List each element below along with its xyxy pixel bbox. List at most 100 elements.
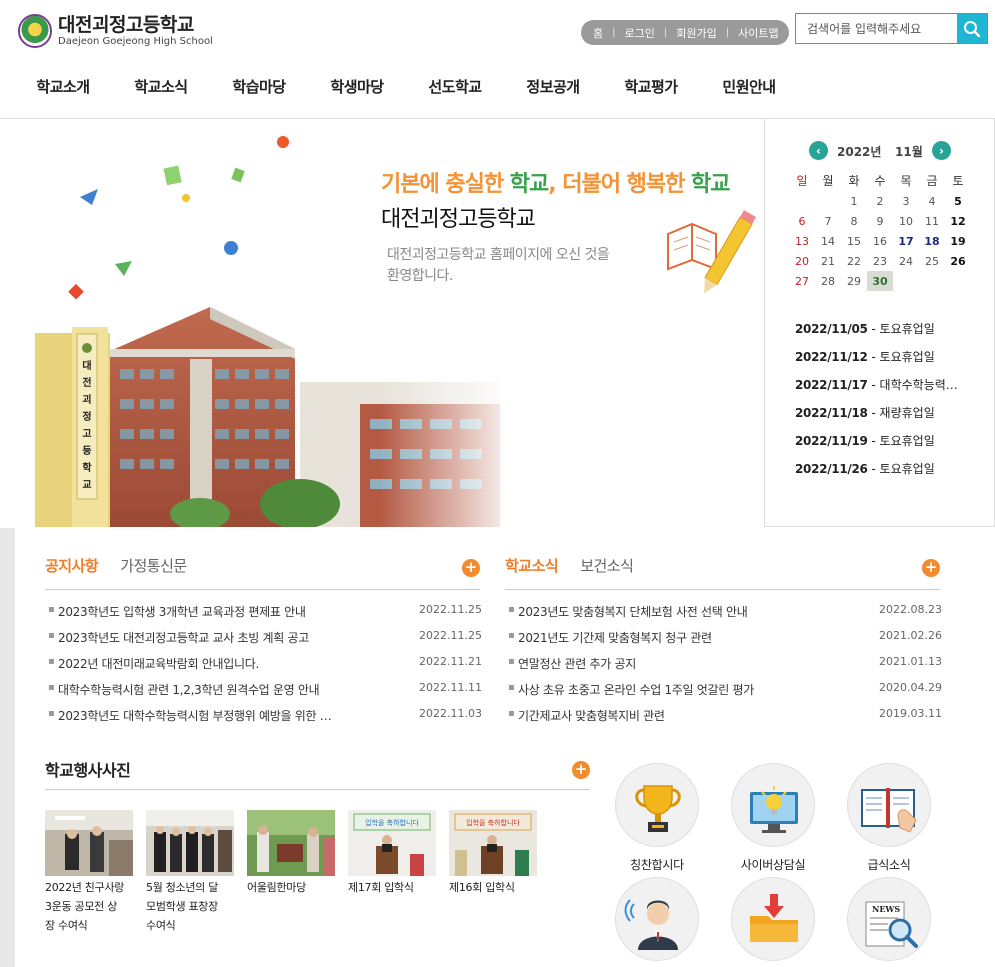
nav-school-news[interactable]: 학교소식 (112, 76, 210, 97)
post-title[interactable]: 2023학년도 대전괴정고등학교 교사 초빙 계획 공고 (58, 629, 388, 646)
post-title[interactable]: 대학수학능력시험 관련 1,2,3학년 원격수업 운영 안내 (58, 681, 388, 698)
calendar-day[interactable]: 25 (919, 251, 945, 271)
photo-card[interactable]: 입학을 축하합니다 제17회 입학식 (348, 810, 436, 935)
nav-disclosure[interactable]: 정보공개 (504, 76, 602, 97)
photo-caption[interactable]: 2022년 친구사랑 3운동 공모전 상장 수여식 (45, 878, 133, 935)
tab-health-news[interactable]: 보건소식 (580, 555, 634, 583)
photo-thumbnail[interactable]: 입학을 축하합니다 (449, 810, 537, 876)
calendar-event[interactable]: 2022/11/26 - 토요휴업일 (795, 460, 958, 488)
calendar-day-event[interactable]: 19 (945, 231, 971, 251)
tab-notices[interactable]: 공지사항 (45, 555, 99, 583)
post-title[interactable]: 2023학년도 입학생 3개학년 교육과정 편제표 안내 (58, 603, 388, 620)
calendar-day[interactable]: 13 (789, 231, 815, 251)
photo-caption[interactable]: 어울림한마당 (247, 878, 335, 897)
post-title[interactable]: 2022년 대전미래교육박람회 안내입니다. (58, 655, 388, 672)
login-link[interactable]: 로그인 (625, 25, 655, 41)
calendar-day[interactable]: 2 (867, 191, 893, 211)
quick-link-cyber-counseling[interactable]: 사이버상담실 (730, 763, 816, 873)
nav-civil-service[interactable]: 민원안내 (700, 76, 798, 97)
book-hand-icon[interactable] (847, 763, 931, 847)
calendar-day[interactable]: 3 (893, 191, 919, 211)
calendar-day-today[interactable]: 30 (867, 271, 893, 291)
post-title[interactable]: 2021년도 기간제 맞춤형복지 청구 관련 (518, 629, 848, 646)
photo-thumbnail[interactable] (45, 810, 133, 876)
calendar-day[interactable]: 8 (841, 211, 867, 231)
tab-family-letters[interactable]: 가정통신문 (120, 555, 187, 583)
photo-thumbnail[interactable] (146, 810, 234, 876)
sitemap-link[interactable]: 사이트맵 (738, 25, 778, 41)
calendar-day[interactable]: 10 (893, 211, 919, 231)
search-input[interactable] (796, 14, 957, 43)
calendar-day[interactable]: 16 (867, 231, 893, 251)
calendar-day[interactable]: 22 (841, 251, 867, 271)
photo-card[interactable]: 2022년 친구사랑 3운동 공모전 상장 수여식 (45, 810, 133, 935)
quick-link-news-search[interactable]: NEWS (846, 877, 932, 961)
calendar-day-event[interactable]: 12 (945, 211, 971, 231)
post-title[interactable]: 사상 초유 초중고 온라인 수업 1주일 엇갈린 평가 (518, 681, 848, 698)
photo-caption[interactable]: 제17회 입학식 (348, 878, 436, 897)
calendar-event[interactable]: 2022/11/12 - 토요휴업일 (795, 348, 958, 376)
home-link[interactable]: 홈 (593, 25, 603, 41)
search-button[interactable] (957, 14, 987, 43)
chevron-left-icon: ‹ (816, 143, 821, 158)
quick-link-meal-news[interactable]: 급식소식 (846, 763, 932, 873)
nav-students[interactable]: 학생마당 (308, 76, 406, 97)
calendar-day[interactable]: 11 (919, 211, 945, 231)
news-search-icon[interactable]: NEWS (847, 877, 931, 961)
school-logo[interactable]: 대전괴정고등학교 Daejeon Goejeong High School (18, 14, 213, 48)
calendar-day-event[interactable]: 5 (945, 191, 971, 211)
calendar-event[interactable]: 2022/11/19 - 토요휴업일 (795, 432, 958, 460)
photo-card[interactable]: 어울림한마당 (247, 810, 335, 935)
calendar-day[interactable]: 28 (815, 271, 841, 291)
signup-link[interactable]: 회원가입 (676, 25, 716, 41)
calendar-day[interactable]: 6 (789, 211, 815, 231)
nav-evaluation[interactable]: 학교평가 (602, 76, 700, 97)
photo-card[interactable]: 입학을 축하합니다 제16회 입학식 (449, 810, 537, 935)
prev-month-button[interactable]: ‹ (809, 141, 828, 160)
quick-link-person[interactable] (614, 877, 700, 961)
calendar-day-event[interactable]: 18 (919, 231, 945, 251)
photo-card[interactable]: 5월 청소년의 달 모범학생 표창장 수여식 (146, 810, 234, 935)
calendar-day[interactable]: 21 (815, 251, 841, 271)
next-month-button[interactable]: › (932, 141, 951, 160)
post-title[interactable]: 기간제교사 맞춤형복지비 관련 (518, 707, 848, 724)
calendar-day (893, 271, 919, 291)
nav-leading-school[interactable]: 선도학교 (406, 76, 504, 97)
calendar-day[interactable]: 20 (789, 251, 815, 271)
quick-link-download[interactable] (730, 877, 816, 961)
calendar-day[interactable]: 7 (815, 211, 841, 231)
calendar-day-event[interactable]: 26 (945, 251, 971, 271)
photo-thumbnail[interactable]: 입학을 축하합니다 (348, 810, 436, 876)
calendar-day[interactable]: 14 (815, 231, 841, 251)
calendar-day[interactable]: 1 (841, 191, 867, 211)
bullet-icon: ▪ (48, 708, 55, 719)
news-more-button[interactable]: + (922, 559, 940, 577)
calendar-day[interactable]: 4 (919, 191, 945, 211)
download-folder-icon[interactable] (731, 877, 815, 961)
calendar-day[interactable]: 15 (841, 231, 867, 251)
notice-more-button[interactable]: + (462, 559, 480, 577)
calendar-day[interactable]: 29 (841, 271, 867, 291)
calendar-day[interactable]: 23 (867, 251, 893, 271)
photos-more-button[interactable]: + (572, 761, 590, 779)
calendar-event[interactable]: 2022/11/05 - 토요휴업일 (795, 320, 958, 348)
quick-link-praise[interactable]: 칭찬합시다 (614, 763, 700, 873)
monitor-bulb-icon[interactable] (731, 763, 815, 847)
calendar-event[interactable]: 2022/11/18 - 재량휴업일 (795, 404, 958, 432)
post-title[interactable]: 연말정산 관련 추가 공지 (518, 655, 848, 672)
nav-learning[interactable]: 학습마당 (210, 76, 308, 97)
calendar-day[interactable]: 24 (893, 251, 919, 271)
photo-caption[interactable]: 5월 청소년의 달 모범학생 표창장 수여식 (146, 878, 234, 935)
person-icon[interactable] (615, 877, 699, 961)
calendar-day-event[interactable]: 17 (893, 231, 919, 251)
calendar-event[interactable]: 2022/11/17 - 대학수학능력… (795, 376, 958, 404)
trophy-icon[interactable] (615, 763, 699, 847)
post-title[interactable]: 2023학년도 대학수학능력시험 부정행위 예방을 위한 … (58, 707, 388, 724)
photo-thumbnail[interactable] (247, 810, 335, 876)
nav-school-intro[interactable]: 학교소개 (14, 76, 112, 97)
photo-caption[interactable]: 제16회 입학식 (449, 878, 537, 897)
calendar-day[interactable]: 27 (789, 271, 815, 291)
calendar-day[interactable]: 9 (867, 211, 893, 231)
post-title[interactable]: 2023년도 맞춤형복지 단체보험 사전 선택 안내 (518, 603, 848, 620)
tab-school-news[interactable]: 학교소식 (505, 555, 559, 583)
